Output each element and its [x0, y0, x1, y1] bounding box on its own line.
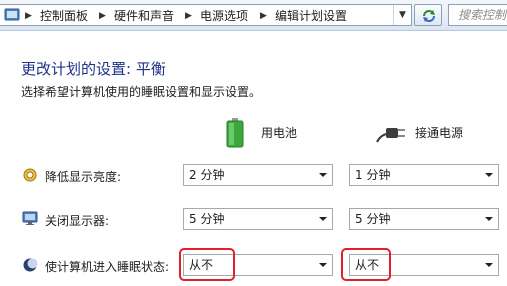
highlight-box-battery	[179, 248, 235, 281]
plugged-in-column-label: 接通电源	[415, 126, 464, 140]
turn-off-display-plugged-select[interactable]: 5 分钟	[349, 208, 499, 230]
breadcrumb-separator[interactable]: ▶	[99, 8, 106, 24]
sleep-label: 使计算机进入睡眠状态:	[45, 260, 170, 274]
breadcrumb-separator[interactable]: ▶	[25, 8, 32, 24]
select-value: 1 分钟	[355, 168, 391, 182]
battery-icon	[226, 118, 244, 148]
chevron-down-icon	[319, 173, 327, 177]
address-bar: ▶ 控制面板 ▶ 硬件和声音 ▶ 电源选项 ▶ 编辑计划设置 ▼ 搜索控制	[0, 0, 507, 31]
page-description: 选择希望计算机使用的睡眠设置和显示设置。	[21, 85, 262, 99]
breadcrumb-item[interactable]: 硬件和声音	[114, 8, 174, 24]
battery-column-label: 用电池	[261, 126, 298, 140]
breadcrumb-item[interactable]: 编辑计划设置	[275, 8, 347, 24]
chevron-down-icon	[485, 173, 493, 177]
dim-display-label: 降低显示亮度:	[45, 170, 122, 184]
breadcrumb-item[interactable]: 控制面板	[40, 8, 88, 24]
turn-off-display-battery-select[interactable]: 5 分钟	[183, 208, 333, 230]
chevron-down-icon	[485, 217, 493, 221]
power-plug-icon	[376, 128, 405, 143]
chevron-down-icon	[485, 263, 493, 267]
highlight-box-plugged	[341, 248, 391, 281]
breadcrumb-separator[interactable]: ▶	[260, 8, 267, 24]
monitor-icon	[22, 211, 38, 225]
address-dropdown-button[interactable]: ▼	[393, 5, 411, 25]
select-value: 5 分钟	[355, 212, 391, 226]
select-value: 2 分钟	[189, 168, 225, 182]
select-value: 5 分钟	[189, 212, 225, 226]
breadcrumb-separator[interactable]: ▶	[185, 8, 192, 24]
chevron-down-icon	[319, 263, 327, 267]
refresh-icon	[423, 10, 435, 22]
turn-off-display-label: 关闭显示器:	[45, 214, 110, 228]
column-header-plugged-in: 接通电源	[376, 118, 506, 148]
dim-display-plugged-select[interactable]: 1 分钟	[349, 164, 499, 186]
chevron-down-icon	[319, 217, 327, 221]
breadcrumb[interactable]: ▶ 控制面板 ▶ 硬件和声音 ▶ 电源选项 ▶ 编辑计划设置 ▼	[0, 4, 412, 26]
column-header-battery: 用电池	[226, 118, 316, 148]
breadcrumb-item[interactable]: 电源选项	[200, 8, 248, 24]
sleep-moon-icon	[23, 258, 38, 272]
control-panel-icon	[4, 8, 20, 21]
page-title: 更改计划的设置: 平衡	[21, 60, 166, 78]
search-input[interactable]: 搜索控制	[448, 4, 507, 26]
dim-display-battery-select[interactable]: 2 分钟	[183, 164, 333, 186]
brightness-icon	[23, 168, 37, 182]
refresh-button[interactable]	[414, 4, 442, 26]
